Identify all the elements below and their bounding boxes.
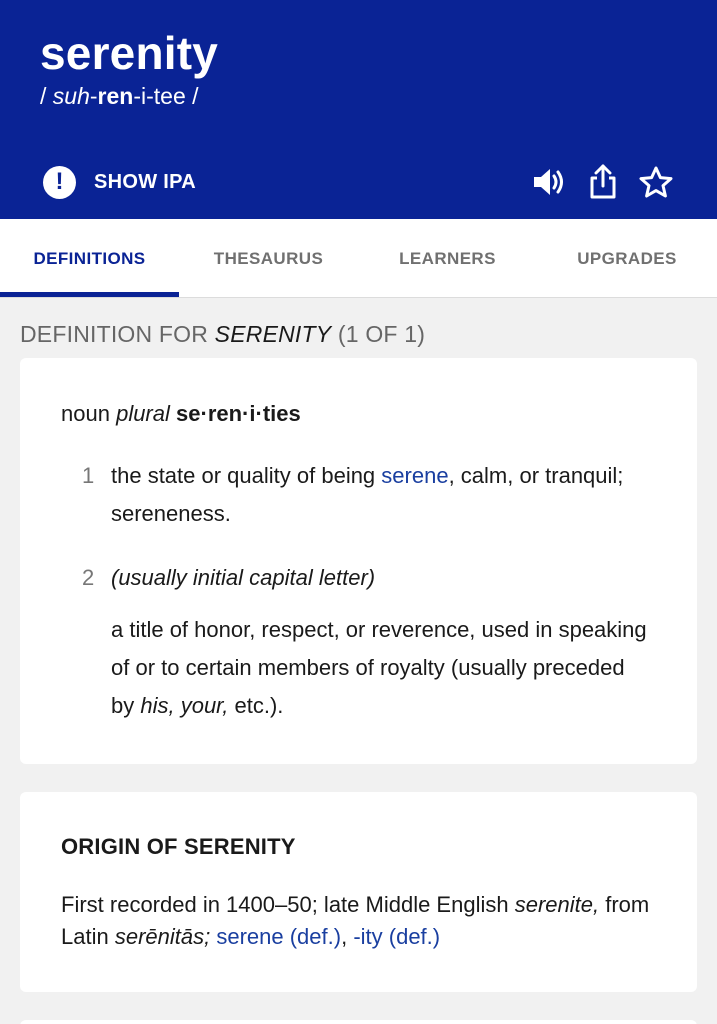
definition-text: the state or quality of being serene, ca… xyxy=(111,457,651,533)
origin-italic-part: serenite, xyxy=(514,892,600,917)
pron-rest: -i-tee xyxy=(133,83,186,109)
definition-text-part: etc.). xyxy=(228,693,284,718)
share-icon[interactable] xyxy=(585,164,621,200)
definition-item: 2 (usually initial capital letter) xyxy=(61,559,661,599)
definition-qualifier: (usually initial capital letter) xyxy=(111,565,376,590)
section-title-suffix: (1 OF 1) xyxy=(331,321,426,347)
serene-link[interactable]: serene xyxy=(381,463,448,488)
pron-open: / xyxy=(40,83,53,109)
next-card xyxy=(20,1020,697,1024)
definition-number: 1 xyxy=(82,463,95,488)
tab-upgrades[interactable]: UPGRADES xyxy=(537,219,717,298)
show-ipa-button[interactable]: ! SHOW IPA xyxy=(43,165,196,199)
word-header: serenity / suh-ren-i-tee / ! SHOW IPA xyxy=(0,0,717,219)
pron-close: / xyxy=(185,83,199,109)
star-icon[interactable] xyxy=(638,164,674,200)
origin-text: First recorded in 1400–50; late Middle E… xyxy=(61,889,671,953)
show-ipa-label: SHOW IPA xyxy=(94,170,197,193)
ity-def-link[interactable]: -ity (def.) xyxy=(353,924,440,949)
pron-stressed-syllable: ren xyxy=(97,83,134,109)
origin-italic-part: serēnitās; xyxy=(114,924,211,949)
plural-label: plural xyxy=(116,401,170,426)
definitions-card: noun plural se·ren·i·ties 1 the state or… xyxy=(20,358,697,764)
pron-syllable-1: suh xyxy=(52,83,90,109)
serene-def-link[interactable]: serene (def.) xyxy=(216,924,341,949)
origin-heading: ORIGIN OF SERENITY xyxy=(61,834,296,859)
origin-separator: , xyxy=(341,924,354,949)
active-tab-indicator xyxy=(0,292,179,297)
part-of-speech: noun xyxy=(61,401,110,426)
definition-text-part: the state or quality of being xyxy=(111,463,382,488)
tab-thesaurus[interactable]: THESAURUS xyxy=(179,219,358,298)
section-title-word: SERENITY xyxy=(214,321,332,347)
tab-bar: DEFINITIONS THESAURUS LEARNERS UPGRADES xyxy=(0,219,717,298)
part-of-speech-line: noun plural se·ren·i·ties xyxy=(61,401,301,427)
definition-item: 1 the state or quality of being serene, … xyxy=(61,457,661,537)
origin-text-part: First recorded in 1400–50; late Middle E… xyxy=(61,892,515,917)
plural-form: se·ren·i·ties xyxy=(176,401,301,426)
definition-body: a title of honor, respect, or reverence,… xyxy=(61,611,661,731)
pron-dash: - xyxy=(89,83,98,109)
origin-card: ORIGIN OF SERENITY First recorded in 140… xyxy=(20,792,697,992)
tab-learners[interactable]: LEARNERS xyxy=(358,219,537,298)
definition-text: a title of honor, respect, or reverence,… xyxy=(111,611,651,725)
definition-section-title: DEFINITION FOR SERENITY (1 OF 1) xyxy=(20,321,425,348)
tab-definitions[interactable]: DEFINITIONS xyxy=(0,219,179,298)
definition-number: 2 xyxy=(82,565,95,590)
definition-italic-part: his, your, xyxy=(140,693,229,718)
section-title-prefix: DEFINITION FOR xyxy=(20,321,215,347)
headword: serenity xyxy=(40,27,219,79)
speaker-icon[interactable] xyxy=(531,164,567,200)
pronunciation: / suh-ren-i-tee / xyxy=(40,83,199,110)
exclamation-icon: ! xyxy=(43,165,76,199)
